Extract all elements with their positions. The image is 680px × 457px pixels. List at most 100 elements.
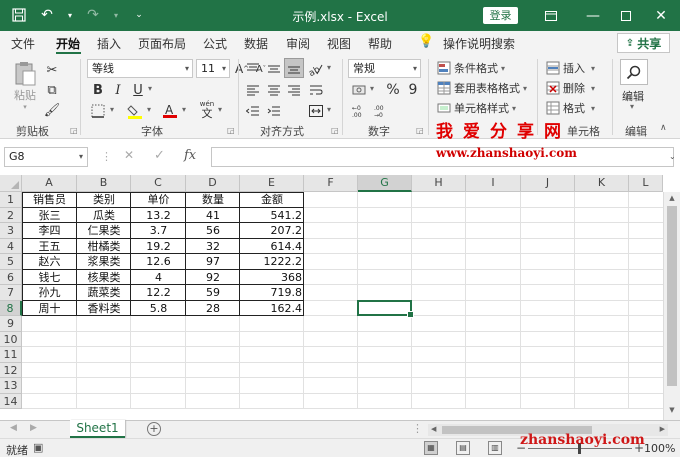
tab-view[interactable]: 视图: [327, 35, 351, 52]
decrease-decimal-icon[interactable]: .00 →0: [372, 101, 392, 121]
name-box[interactable]: G8 ▾: [4, 147, 88, 167]
column-header-e[interactable]: E: [240, 175, 304, 192]
fill-color-dropdown-icon[interactable]: ▾: [147, 105, 151, 114]
table-cell[interactable]: 核果类: [77, 270, 131, 286]
table-cell[interactable]: 张三: [22, 208, 77, 224]
decrease-indent-icon[interactable]: [243, 101, 263, 121]
ribbon-display-options-icon[interactable]: [530, 0, 572, 31]
tab-formulas[interactable]: 公式: [203, 35, 227, 52]
increase-decimal-icon[interactable]: ←0.00: [350, 101, 370, 121]
align-middle-icon[interactable]: [264, 59, 284, 79]
select-all-corner[interactable]: [0, 175, 22, 192]
table-cell[interactable]: 李四: [22, 223, 77, 239]
redo-icon[interactable]: ↷: [84, 6, 102, 24]
merge-center-icon[interactable]: [306, 101, 326, 121]
table-cell[interactable]: 5.8: [131, 301, 186, 317]
number-launcher-icon[interactable]: ◲: [416, 126, 424, 135]
table-cell[interactable]: 仁果类: [77, 223, 131, 239]
table-cell[interactable]: 59: [186, 285, 240, 301]
row-header-6[interactable]: 6: [0, 269, 22, 285]
row-header-5[interactable]: 5: [0, 254, 22, 270]
column-header-f[interactable]: F: [304, 175, 358, 192]
customize-qat-icon[interactable]: ⌄: [130, 6, 148, 24]
editing-dropdown-icon[interactable]: ▾: [630, 102, 634, 111]
tab-splitter-icon[interactable]: ⋮: [412, 422, 423, 435]
merge-dropdown-icon[interactable]: ▾: [327, 105, 331, 114]
align-bottom-icon[interactable]: [284, 58, 304, 78]
table-cell[interactable]: 12.6: [131, 254, 186, 270]
header-cell[interactable]: 数量: [186, 192, 240, 208]
row-header-2[interactable]: 2: [0, 207, 22, 223]
tab-review[interactable]: 审阅: [286, 35, 310, 52]
row-header-1[interactable]: 1: [0, 192, 22, 208]
format-painter-icon[interactable]: 🖌: [42, 100, 62, 120]
increase-indent-icon[interactable]: [264, 101, 284, 121]
accounting-dropdown-icon[interactable]: ▾: [370, 84, 374, 93]
tab-home[interactable]: 开始: [56, 35, 80, 52]
copy-icon[interactable]: ⧉: [42, 80, 62, 100]
table-cell[interactable]: 56: [186, 223, 240, 239]
share-button[interactable]: ⇪ 共享: [617, 33, 670, 53]
cell-styles-button[interactable]: 单元格样式 ▾: [437, 100, 516, 116]
format-cells-button[interactable]: 格式 ▾: [546, 100, 595, 116]
table-cell[interactable]: 赵六: [22, 254, 77, 270]
row-header-9[interactable]: 9: [0, 316, 22, 332]
column-header-c[interactable]: C: [131, 175, 186, 192]
tell-me-search[interactable]: 操作说明搜索: [443, 35, 515, 52]
underline-button[interactable]: U: [128, 80, 148, 100]
expand-formula-bar-icon[interactable]: ⌄: [669, 152, 676, 161]
wrap-text-icon[interactable]: [306, 80, 326, 100]
column-header-g[interactable]: G: [358, 175, 412, 192]
add-sheet-icon[interactable]: +: [147, 422, 161, 436]
page-layout-view-icon[interactable]: ▤: [456, 441, 470, 455]
header-cell[interactable]: 销售员: [22, 192, 77, 208]
phonetic-guide-icon[interactable]: wén 文: [197, 99, 217, 119]
format-as-table-button[interactable]: 套用表格格式 ▾: [437, 80, 527, 96]
table-cell[interactable]: 12.2: [131, 285, 186, 301]
confirm-entry-icon[interactable]: ✓: [154, 148, 165, 163]
column-header-h[interactable]: H: [412, 175, 466, 192]
scroll-right-icon[interactable]: ▶: [660, 425, 665, 433]
table-cell[interactable]: 97: [186, 254, 240, 270]
find-select-button[interactable]: [620, 59, 648, 85]
worksheet-grid[interactable]: A B C D E F G H I J K L 1 2 3 4 5 6 7 8 9 10 11 12 13 14 销售员 类别 单价 数量…: [0, 175, 680, 420]
insert-function-icon[interactable]: fx: [184, 148, 196, 163]
table-cell[interactable]: 207.2: [240, 223, 304, 239]
vertical-scrollbar[interactable]: ▲ ▼: [663, 192, 680, 420]
cancel-entry-icon[interactable]: ✕: [124, 148, 134, 162]
column-header-i[interactable]: I: [466, 175, 521, 192]
table-cell[interactable]: 蔬菜类: [77, 285, 131, 301]
row-header-10[interactable]: 10: [0, 331, 22, 347]
row-header-4[interactable]: 4: [0, 238, 22, 254]
formula-bar-splitter-icon[interactable]: ⋮: [101, 150, 112, 163]
row-header-7[interactable]: 7: [0, 285, 22, 301]
scroll-up-icon[interactable]: ▲: [664, 194, 680, 206]
table-cell[interactable]: 719.8: [240, 285, 304, 301]
table-cell[interactable]: 19.2: [131, 239, 186, 255]
table-cell[interactable]: 13.2: [131, 208, 186, 224]
row-header-11[interactable]: 11: [0, 347, 22, 363]
normal-view-icon[interactable]: ▦: [424, 441, 438, 455]
fill-color-icon[interactable]: [125, 101, 145, 121]
clipboard-launcher-icon[interactable]: ◲: [70, 126, 78, 135]
table-cell[interactable]: 162.4: [240, 301, 304, 317]
collapse-ribbon-icon[interactable]: ∧: [660, 123, 667, 133]
align-center-icon[interactable]: [264, 80, 284, 100]
orientation-dropdown-icon[interactable]: ▾: [327, 63, 331, 72]
row-header-14[interactable]: 14: [0, 393, 22, 409]
redo-dropdown-icon[interactable]: ▾: [112, 6, 120, 24]
table-cell[interactable]: 614.4: [240, 239, 304, 255]
tab-file[interactable]: 文件: [11, 35, 35, 52]
underline-dropdown-icon[interactable]: ▾: [148, 84, 152, 93]
prev-sheet-icon[interactable]: ◀: [10, 423, 17, 433]
delete-cells-button[interactable]: 删除 ▾: [546, 80, 595, 96]
font-size-select[interactable]: 11 ▾: [196, 59, 230, 78]
tab-insert[interactable]: 插入: [97, 35, 121, 52]
close-icon[interactable]: ✕: [640, 0, 680, 31]
column-header-l[interactable]: L: [629, 175, 663, 192]
tab-page-layout[interactable]: 页面布局: [138, 35, 186, 52]
zoom-level[interactable]: 100%: [644, 442, 675, 455]
alignment-launcher-icon[interactable]: ◲: [331, 126, 339, 135]
table-cell[interactable]: 孙九: [22, 285, 77, 301]
next-sheet-icon[interactable]: ▶: [30, 423, 37, 433]
